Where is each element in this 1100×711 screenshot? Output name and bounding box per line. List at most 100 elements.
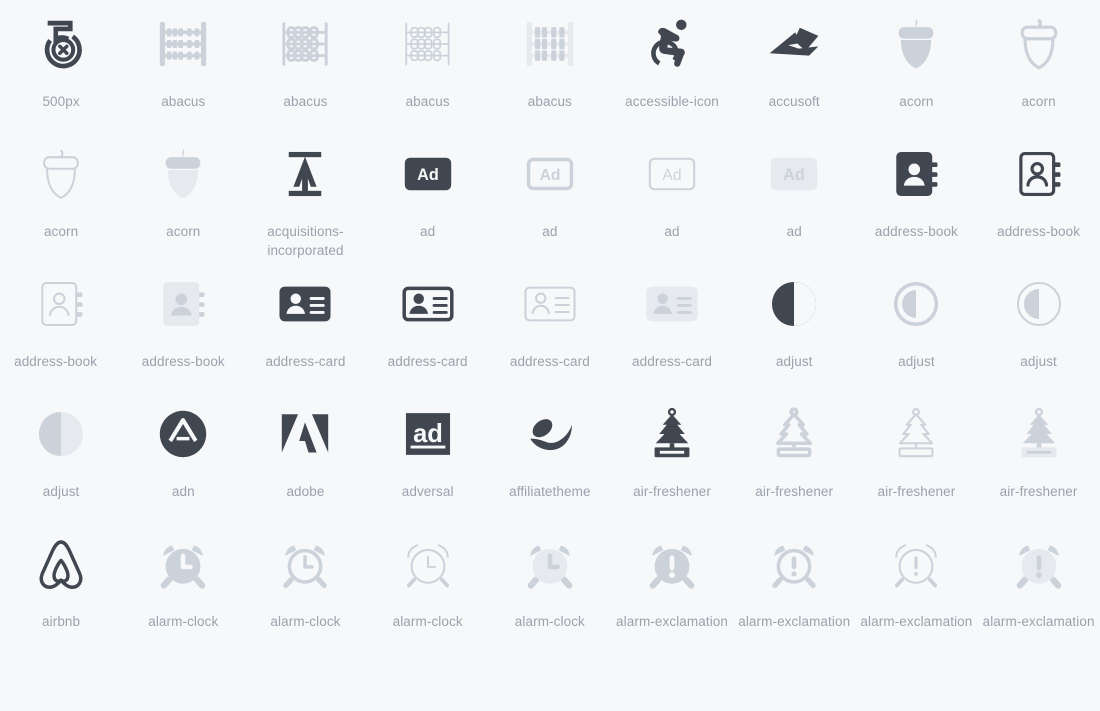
icon-cell[interactable]: acorn — [855, 0, 977, 130]
icon-cell[interactable]: acorn — [122, 130, 244, 260]
icon-cell[interactable]: alarm-clock — [489, 520, 611, 650]
adjust-icon[interactable] — [884, 272, 948, 336]
adn-icon[interactable] — [151, 402, 215, 466]
alarm-clock-icon[interactable] — [396, 532, 460, 596]
address-card-icon[interactable] — [273, 272, 337, 336]
icon-cell[interactable]: accusoft — [733, 0, 855, 130]
icon-label: alarm-clock — [148, 614, 219, 629]
icon-cell[interactable]: address-card — [611, 260, 733, 390]
icon-cell[interactable]: Ad ad — [611, 130, 733, 260]
icon-cell[interactable]: abacus — [122, 0, 244, 130]
icon-label: adn — [171, 484, 195, 499]
abacus-icon[interactable] — [151, 12, 215, 76]
alarm-clock-icon[interactable] — [273, 532, 337, 596]
air-freshener-icon[interactable] — [762, 402, 826, 466]
abacus-icon[interactable] — [518, 12, 582, 76]
air-freshener-icon[interactable] — [1007, 402, 1071, 466]
icon-label: address-book — [997, 224, 1081, 239]
icon-cell[interactable]: alarm-clock — [367, 520, 489, 650]
icon-cell[interactable]: ad adversal — [367, 390, 489, 520]
icon-cell[interactable]: airbnb — [0, 520, 122, 650]
icon-cell[interactable]: adjust — [855, 260, 977, 390]
icon-cell[interactable]: address-book — [855, 130, 977, 260]
icon-cell[interactable]: alarm-clock — [244, 520, 366, 650]
ad-icon[interactable]: Ad — [762, 142, 826, 206]
icon-label: alarm-clock — [514, 614, 585, 629]
icon-cell[interactable]: alarm-exclamation — [855, 520, 977, 650]
icon-cell[interactable]: adjust — [733, 260, 855, 390]
acorn-icon[interactable] — [29, 142, 93, 206]
air-freshener-icon[interactable] — [640, 402, 704, 466]
alarm-exclamation-icon[interactable] — [640, 532, 704, 596]
accessible-icon-icon[interactable] — [640, 12, 704, 76]
adjust-icon[interactable] — [762, 272, 826, 336]
accusoft-icon[interactable] — [762, 12, 826, 76]
adversal-icon[interactable]: ad — [396, 402, 460, 466]
icon-cell[interactable]: accessible-icon — [611, 0, 733, 130]
icon-cell[interactable]: address-book — [978, 130, 1100, 260]
icon-cell[interactable]: affiliatetheme — [489, 390, 611, 520]
icon-cell[interactable]: address-book — [122, 260, 244, 390]
address-card-icon[interactable] — [640, 272, 704, 336]
airbnb-icon[interactable] — [29, 532, 93, 596]
icon-cell[interactable]: alarm-exclamation — [733, 520, 855, 650]
address-book-icon[interactable] — [29, 272, 93, 336]
icon-cell[interactable]: address-card — [244, 260, 366, 390]
icon-cell[interactable]: alarm-exclamation — [611, 520, 733, 650]
adobe-icon[interactable] — [273, 402, 337, 466]
icon-cell[interactable]: adjust — [0, 390, 122, 520]
icon-cell[interactable]: alarm-clock — [122, 520, 244, 650]
icon-cell[interactable]: abacus — [244, 0, 366, 130]
abacus-icon[interactable] — [396, 12, 460, 76]
abacus-icon[interactable] — [273, 12, 337, 76]
icon-cell[interactable]: air-freshener — [855, 390, 977, 520]
affiliatetheme-icon[interactable] — [518, 402, 582, 466]
icon-label: air-freshener — [877, 484, 956, 499]
ad-icon[interactable]: Ad — [396, 142, 460, 206]
icon-cell[interactable]: adobe — [244, 390, 366, 520]
acquisitions-incorporated-icon[interactable] — [273, 142, 337, 206]
icon-cell[interactable]: abacus — [367, 0, 489, 130]
500px-icon[interactable] — [29, 12, 93, 76]
icon-cell[interactable]: adn — [122, 390, 244, 520]
icon-cell[interactable]: air-freshener — [978, 390, 1100, 520]
icon-cell[interactable]: address-book — [0, 260, 122, 390]
alarm-clock-icon[interactable] — [151, 532, 215, 596]
air-freshener-icon[interactable] — [884, 402, 948, 466]
icon-cell[interactable]: address-card — [489, 260, 611, 390]
alarm-exclamation-icon[interactable] — [762, 532, 826, 596]
acorn-icon[interactable] — [884, 12, 948, 76]
icon-label: affiliatetheme — [509, 484, 591, 499]
icon-cell[interactable]: 500px — [0, 0, 122, 130]
icon-cell[interactable]: air-freshener — [733, 390, 855, 520]
alarm-exclamation-icon[interactable] — [1007, 532, 1071, 596]
ad-icon[interactable]: Ad — [518, 142, 582, 206]
icon-cell[interactable]: adjust — [978, 260, 1100, 390]
icon-cell[interactable]: acorn — [978, 0, 1100, 130]
acorn-icon[interactable] — [1007, 12, 1071, 76]
alarm-clock-icon[interactable] — [518, 532, 582, 596]
address-book-icon[interactable] — [151, 272, 215, 336]
icon-cell[interactable]: alarm-exclamation — [978, 520, 1100, 650]
icon-cell[interactable]: Ad ad — [489, 130, 611, 260]
ad-icon[interactable]: Ad — [640, 142, 704, 206]
address-book-icon[interactable] — [884, 142, 948, 206]
icon-cell[interactable]: Ad ad — [367, 130, 489, 260]
icon-cell[interactable]: abacus — [489, 0, 611, 130]
address-book-icon[interactable] — [1007, 142, 1071, 206]
icon-cell[interactable]: acquisitions-incorporated — [244, 130, 366, 260]
address-card-icon[interactable] — [396, 272, 460, 336]
acorn-icon[interactable] — [151, 142, 215, 206]
icon-label: adjust — [42, 484, 80, 499]
adjust-icon[interactable] — [1007, 272, 1071, 336]
address-card-icon[interactable] — [518, 272, 582, 336]
icon-cell[interactable]: Ad ad — [733, 130, 855, 260]
icon-gallery-grid: 500px abacus abacus abacus abacus accessible-… — [0, 0, 1100, 650]
icon-cell[interactable]: address-card — [367, 260, 489, 390]
alarm-exclamation-icon[interactable] — [884, 532, 948, 596]
icon-label: acorn — [166, 224, 201, 239]
adjust-icon[interactable] — [29, 402, 93, 466]
icon-cell[interactable]: air-freshener — [611, 390, 733, 520]
icon-label: abacus — [283, 94, 328, 109]
icon-cell[interactable]: acorn — [0, 130, 122, 260]
